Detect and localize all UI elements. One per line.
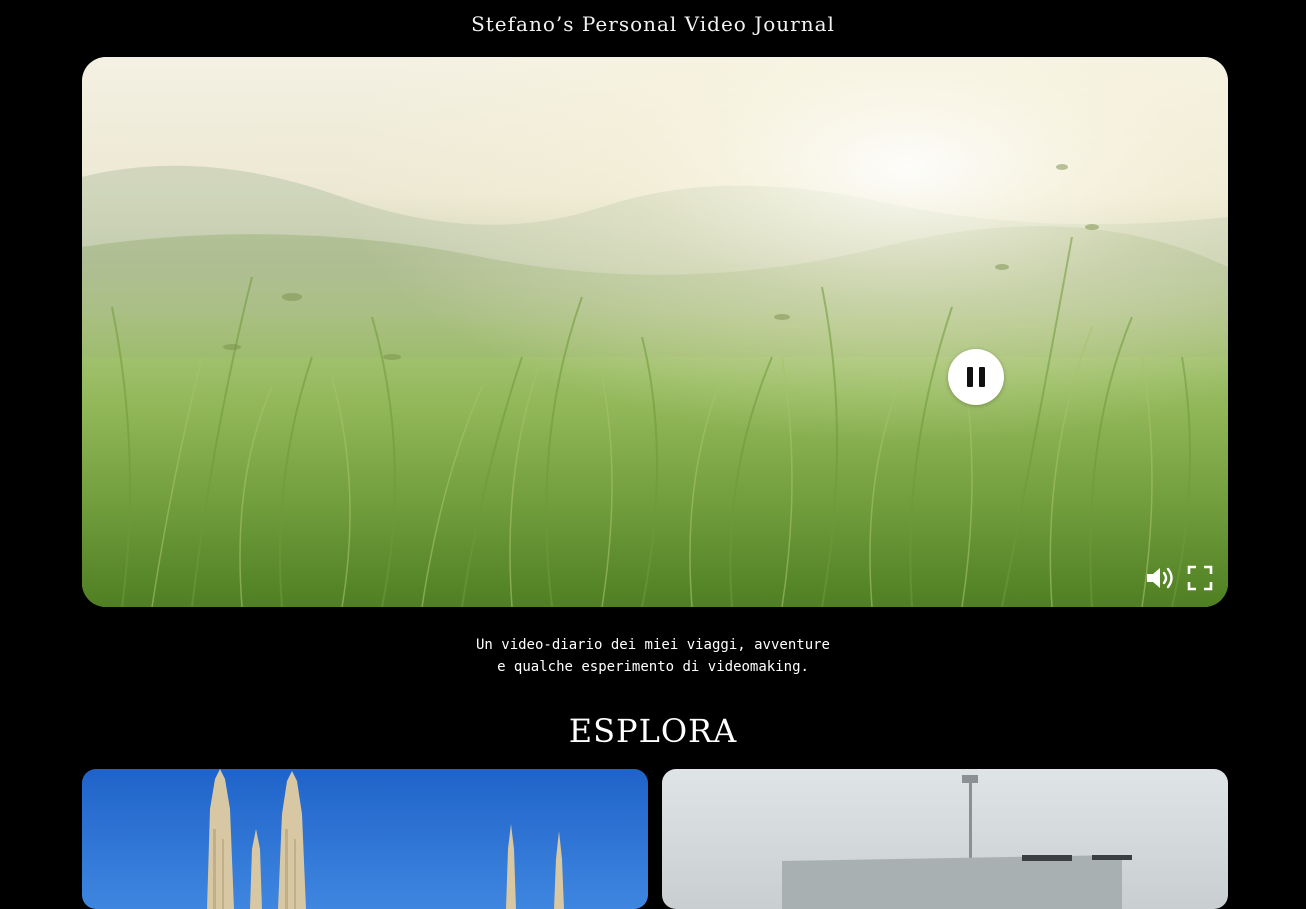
intro-line-2: e qualche esperimento di videomaking. [497,659,809,675]
site-title: Stefano’s Personal Video Journal [471,12,835,36]
explore-card-stadium[interactable] [662,769,1228,909]
intro-tagline: Un video-diario dei miei viaggi, avventu… [0,634,1306,678]
intro-line-1: Un video-diario dei miei viaggi, avventu… [475,637,830,653]
explore-section-title: ESPLORA [568,712,738,750]
fullscreen-button[interactable] [1186,564,1214,592]
video-frame-meadow [82,57,1228,607]
pause-icon [967,367,973,387]
volume-icon [1147,567,1173,589]
volume-button[interactable] [1144,562,1176,594]
fullscreen-icon [1187,565,1213,591]
stadium-thumbnail [662,769,1228,909]
cathedral-thumbnail [82,769,648,909]
explore-card-cathedral[interactable] [82,769,648,909]
pause-icon-bar [979,367,985,387]
pause-button[interactable] [948,349,1004,405]
hero-video-player[interactable] [82,57,1228,607]
